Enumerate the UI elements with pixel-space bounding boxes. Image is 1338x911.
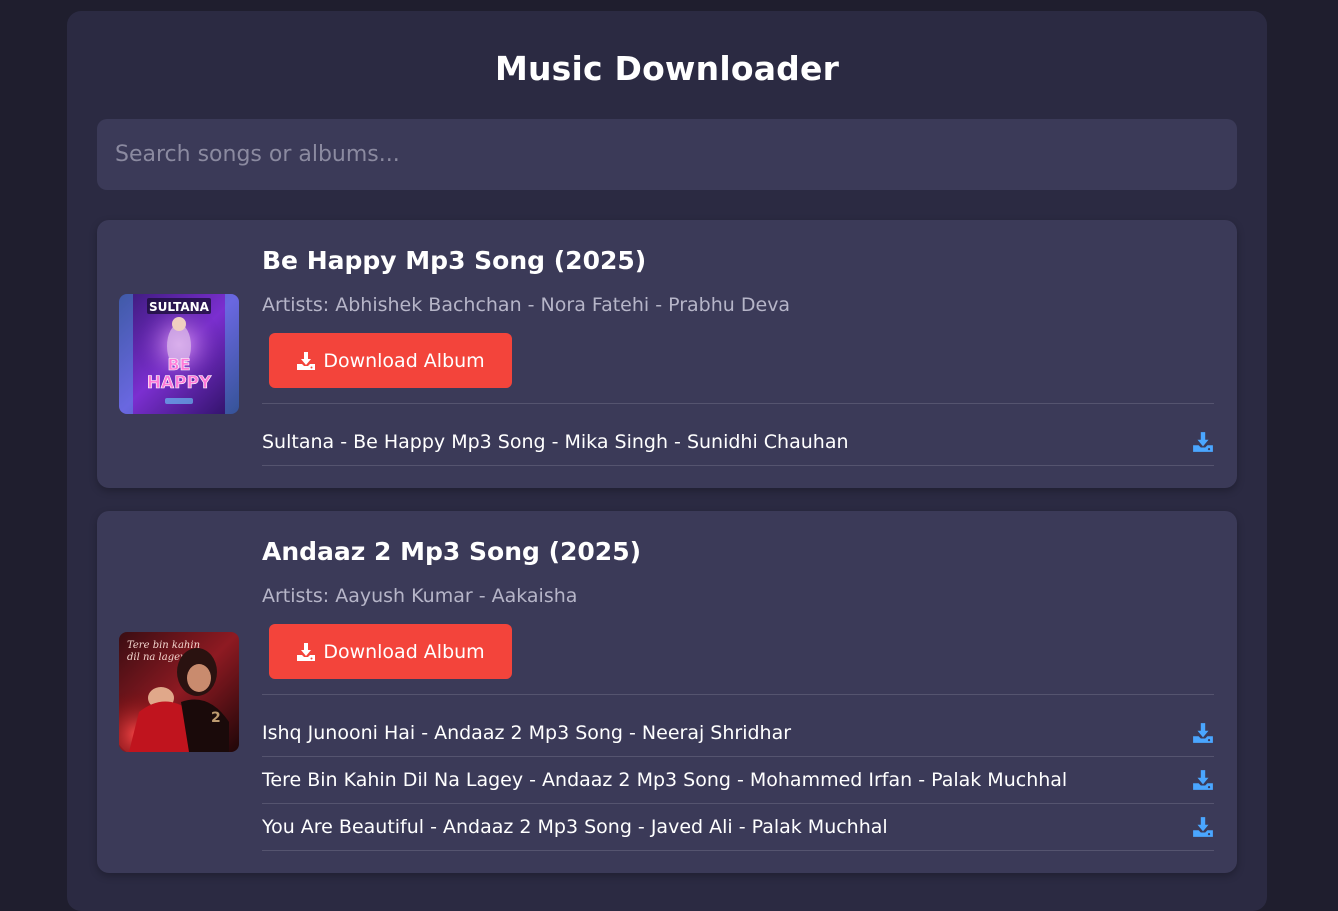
download-album-button[interactable]: Download Album [269, 624, 512, 679]
album-artists: Artists: Aayush Kumar - Aakaisha [262, 585, 578, 607]
svg-text:HAPPY: HAPPY [147, 373, 212, 393]
album-card: SULTANA BE HAPPY Be Happy Mp3 Song (2025… [97, 220, 1237, 488]
album-title: Andaaz 2 Mp3 Song (2025) [262, 537, 642, 566]
svg-text:Tere bin kahin: Tere bin kahin [127, 640, 200, 651]
download-icon [296, 642, 316, 662]
album-artists: Artists: Abhishek Bachchan - Nora Fatehi… [262, 294, 791, 316]
download-icon[interactable] [1192, 431, 1214, 453]
album-card: Tere bin kahin dil na lagey 2 Andaaz 2 M… [97, 511, 1237, 873]
track-list: Sultana - Be Happy Mp3 Song - Mika Singh… [262, 404, 1214, 466]
track-name: Sultana - Be Happy Mp3 Song - Mika Singh… [262, 430, 849, 453]
album-cover-image: SULTANA BE HAPPY [119, 294, 239, 414]
track-item: You Are Beautiful - Andaaz 2 Mp3 Song - … [262, 804, 1214, 851]
track-name: Tere Bin Kahin Dil Na Lagey - Andaaz 2 M… [262, 769, 1068, 791]
track-list: Ishq Junooni Hai - Andaaz 2 Mp3 Song - N… [262, 695, 1214, 851]
track-name: Ishq Junooni Hai - Andaaz 2 Mp3 Song - N… [262, 721, 792, 744]
svg-text:BE: BE [167, 355, 190, 374]
svg-text:SULTANA: SULTANA [149, 300, 210, 314]
download-icon [296, 351, 316, 371]
track-name: You Are Beautiful - Andaaz 2 Mp3 Song - … [262, 816, 888, 838]
album-title: Be Happy Mp3 Song (2025) [262, 246, 647, 275]
download-icon[interactable] [1192, 722, 1214, 744]
album-cover-be-happy-icon: SULTANA BE HAPPY [119, 294, 239, 414]
svg-text:dil na lagey: dil na lagey [127, 652, 186, 663]
download-album-label: Download Album [323, 640, 485, 663]
page-title: Music Downloader [494, 49, 840, 88]
track-item: Ishq Junooni Hai - Andaaz 2 Mp3 Song - N… [262, 695, 1214, 757]
download-album-label: Download Album [323, 349, 485, 372]
track-item: Sultana - Be Happy Mp3 Song - Mika Singh… [262, 404, 1214, 466]
search-input[interactable] [97, 119, 1237, 190]
album-cover-andaaz-2-icon: Tere bin kahin dil na lagey 2 [119, 632, 239, 752]
download-album-button[interactable]: Download Album [269, 333, 512, 388]
track-item: Tere Bin Kahin Dil Na Lagey - Andaaz 2 M… [262, 757, 1214, 804]
svg-text:2: 2 [211, 710, 221, 726]
download-icon[interactable] [1192, 816, 1214, 838]
download-icon[interactable] [1192, 769, 1214, 791]
main-panel: Music Downloader Search songs or albums.… [67, 11, 1267, 911]
album-cover-image: Tere bin kahin dil na lagey 2 [119, 632, 239, 752]
